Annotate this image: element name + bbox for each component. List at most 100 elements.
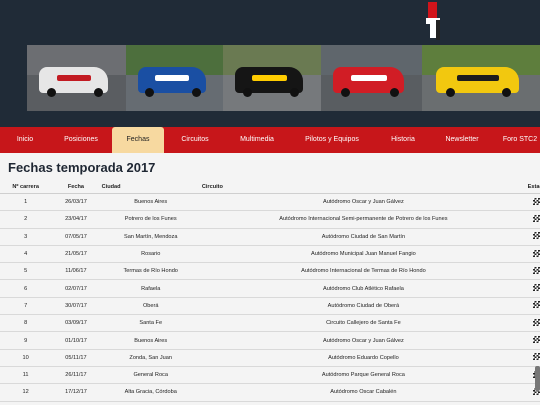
checkered-flag-icon bbox=[533, 266, 540, 274]
table-row[interactable]: 6 02/07/17 Rafaela Autódromo Club Atlético … bbox=[0, 279, 540, 298]
nav-item-pilotos-y-equipos[interactable]: Pilotos y Equipos bbox=[288, 127, 376, 153]
main-content: Fechas temporada 2017 Nº carrera Fecha C… bbox=[0, 153, 540, 405]
site-header bbox=[0, 0, 540, 127]
header-date: Fecha bbox=[51, 180, 101, 194]
table-row[interactable]: 7 30/07/17 Oberá Autódromo Ciudad de Oberá bbox=[0, 297, 540, 316]
checkered-flag-icon bbox=[533, 318, 540, 326]
status-cell bbox=[525, 297, 540, 316]
race-number-cell: 4 bbox=[0, 245, 52, 264]
checkered-flag-icon bbox=[533, 249, 540, 257]
race-number-cell: 10 bbox=[0, 349, 52, 367]
date-cell: 17/12/17 bbox=[51, 383, 101, 402]
checkered-flag-icon bbox=[533, 284, 540, 292]
table-row[interactable]: 10 05/11/17 Zonda, San Juan Autódromo Eduar… bbox=[0, 349, 540, 367]
checkered-flag-icon bbox=[533, 232, 540, 240]
circuit-cell: Autódromo Parque General Roca bbox=[200, 366, 526, 385]
status-cell bbox=[525, 331, 540, 350]
table-row[interactable]: 2 23/04/17 Potrero de los Funes Autódromo I… bbox=[0, 210, 540, 229]
table-header-row: Nº carrera Fecha Ciudad Circuito Estado bbox=[0, 180, 540, 194]
race-number-cell: 3 bbox=[0, 228, 52, 246]
scrollbar-thumb[interactable] bbox=[535, 366, 540, 391]
date-cell: 02/07/17 bbox=[51, 279, 101, 298]
header-status: Estado bbox=[525, 180, 540, 194]
race-schedule-table: Nº carrera Fecha Ciudad Circuito Estado … bbox=[0, 180, 540, 402]
race-number-cell: 5 bbox=[0, 262, 52, 281]
circuit-cell: Autódromo Eduardo Copello bbox=[200, 349, 526, 367]
race-number-cell: 12 bbox=[0, 383, 52, 402]
checkered-flag-icon bbox=[533, 336, 540, 344]
status-cell bbox=[525, 314, 540, 333]
date-cell: 30/07/17 bbox=[51, 297, 101, 316]
status-cell bbox=[525, 349, 540, 367]
date-cell: 07/05/17 bbox=[51, 228, 101, 246]
status-cell bbox=[525, 228, 540, 246]
circuit-cell: Autódromo Oscar y Juan Gálvez bbox=[200, 193, 526, 212]
stc-logo[interactable] bbox=[424, 2, 444, 44]
banner-photo bbox=[126, 45, 223, 111]
circuit-cell: Autódromo Municipal Juan Manuel Fangio bbox=[200, 245, 526, 264]
date-cell: 01/10/17 bbox=[51, 331, 101, 350]
race-number-cell: 9 bbox=[0, 331, 52, 350]
nav-item-newsletter[interactable]: Newsletter bbox=[430, 127, 494, 153]
table-row[interactable]: 9 01/10/17 Buenos Aires Autódromo Oscar y J… bbox=[0, 331, 540, 350]
status-cell bbox=[525, 245, 540, 264]
nav-item-fechas[interactable]: Fechas bbox=[112, 127, 164, 153]
city-cell: Potrero de los Funes bbox=[100, 210, 201, 229]
nav-item-posiciones[interactable]: Posiciones bbox=[50, 127, 112, 153]
city-cell: Zonda, San Juan bbox=[100, 349, 201, 367]
header-race-number: Nº carrera bbox=[0, 180, 52, 194]
date-cell: 03/09/17 bbox=[51, 314, 101, 333]
date-cell: 21/05/17 bbox=[51, 245, 101, 264]
checkered-flag-icon bbox=[533, 353, 540, 361]
table-row[interactable]: 11 26/11/17 General Roca Autódromo Parque G… bbox=[0, 366, 540, 385]
city-cell: Rafaela bbox=[100, 279, 201, 298]
circuit-cell: Circuito Callejero de Santa Fe bbox=[200, 314, 526, 333]
banner-photos bbox=[27, 45, 540, 111]
checkered-flag-icon bbox=[533, 301, 540, 309]
table-row[interactable]: 8 03/09/17 Santa Fe Circuito Callejero de S… bbox=[0, 314, 540, 333]
race-number-cell: 7 bbox=[0, 297, 52, 316]
race-number-cell: 8 bbox=[0, 314, 52, 333]
banner-photo bbox=[422, 45, 540, 111]
table-row[interactable]: 12 17/12/17 Alta Gracia, Córdoba Autódromo … bbox=[0, 383, 540, 402]
table-row[interactable]: 1 26/03/17 Buenos Aires Autódromo Oscar y J… bbox=[0, 193, 540, 212]
circuit-cell: Autódromo Internacional Semi-permanente … bbox=[200, 210, 526, 229]
nav-item-multimedia[interactable]: Multimedia bbox=[226, 127, 288, 153]
table-row[interactable]: 5 11/06/17 Termas de Río Hondo Autódromo In… bbox=[0, 262, 540, 281]
circuit-cell: Autódromo Ciudad de Oberá bbox=[200, 297, 526, 316]
status-cell bbox=[525, 210, 540, 229]
table-row[interactable]: 3 07/05/17 San Martín, Mendoza Autódromo Ci… bbox=[0, 228, 540, 246]
city-cell: Termas de Río Hondo bbox=[100, 262, 201, 281]
checkered-flag-icon bbox=[533, 214, 540, 222]
circuit-cell: Autódromo Oscar Cabalén bbox=[200, 383, 526, 402]
banner-photo bbox=[27, 45, 126, 111]
main-nav: Inicio Posiciones Fechas Circuitos Multimedi… bbox=[0, 127, 540, 153]
city-cell: Oberá bbox=[100, 297, 201, 316]
nav-item-foro-stc2[interactable]: Foro STC2 bbox=[494, 127, 540, 153]
city-cell: Alta Gracia, Córdoba bbox=[100, 383, 201, 402]
nav-item-historia[interactable]: Historia bbox=[376, 127, 430, 153]
date-cell: 26/11/17 bbox=[51, 366, 101, 385]
circuit-cell: Autódromo Club Atlético Rafaela bbox=[200, 279, 526, 298]
date-cell: 11/06/17 bbox=[51, 262, 101, 281]
nav-item-inicio[interactable]: Inicio bbox=[0, 127, 50, 153]
circuit-cell: Autódromo Internacional de Termas de Río… bbox=[200, 262, 526, 281]
checkered-flag-icon bbox=[533, 197, 540, 205]
race-number-cell: 2 bbox=[0, 210, 52, 229]
status-cell bbox=[525, 279, 540, 298]
page-title: Fechas temporada 2017 bbox=[8, 160, 156, 175]
city-cell: Rosario bbox=[100, 245, 201, 264]
race-number-cell: 6 bbox=[0, 279, 52, 298]
banner-photo bbox=[223, 45, 321, 111]
date-cell: 23/04/17 bbox=[51, 210, 101, 229]
city-cell: Buenos Aires bbox=[100, 193, 201, 212]
date-cell: 26/03/17 bbox=[51, 193, 101, 212]
table-row[interactable]: 4 21/05/17 Rosario Autódromo Municipal Juan… bbox=[0, 245, 540, 264]
circuit-cell: Autódromo Oscar y Juan Gálvez bbox=[200, 331, 526, 350]
date-cell: 05/11/17 bbox=[51, 349, 101, 367]
city-cell: Santa Fe bbox=[100, 314, 201, 333]
race-number-cell: 1 bbox=[0, 193, 52, 212]
city-cell: San Martín, Mendoza bbox=[100, 228, 201, 246]
nav-item-circuitos[interactable]: Circuitos bbox=[164, 127, 226, 153]
circuit-cell: Autódromo Ciudad de San Martín bbox=[200, 228, 526, 246]
